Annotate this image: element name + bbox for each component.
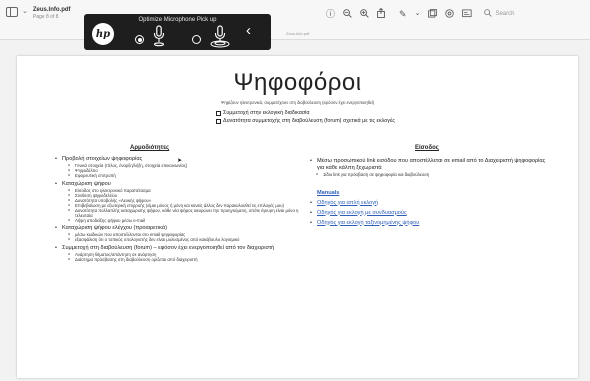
right-column-heading: Είσοδος (415, 145, 439, 151)
partially-hidden-title: Zeus.Info.pdf (286, 31, 310, 36)
sub-list-item: Δυνατότητα πολλαπλής καταχώρισης ψήφου, … (62, 208, 311, 218)
share-icon[interactable] (377, 7, 385, 20)
mic-mode-radio-single[interactable] (135, 35, 144, 44)
sidebar-toggle-icon[interactable] (6, 7, 18, 17)
page-title: Ψηφοφόροι (233, 69, 362, 96)
chevron-down-icon[interactable]: ⌄ (415, 9, 421, 19)
list-item-text: Προβολή στοιχείων ψηφοφορίας (62, 156, 143, 162)
chevron-down-icon[interactable]: ⌄ (22, 7, 28, 17)
list-item: Συμμετοχή στη διαβούλευση (forum) – εφόσ… (55, 245, 311, 262)
checkbox-icon (216, 111, 221, 117)
markup-icon[interactable]: ✎ (399, 9, 407, 19)
search-field[interactable]: Search (484, 9, 514, 19)
search-icon (484, 9, 493, 19)
hp-logo: hp (92, 23, 114, 45)
sub-list-item: Λήψη αποδείξης ψήφου μέσω e-mail (62, 218, 311, 223)
manuals-heading[interactable]: Manuals (317, 190, 550, 196)
sub-list-item: Διάστημα πρόσβασης στη διαβούλευση ορίζε… (62, 257, 311, 262)
left-column: Προβολή στοιχείων ψηφοφορίας Γενικά στοι… (55, 156, 311, 264)
option-item: Δυνατότητα συμμετοχής στη διαβούλευση (f… (216, 118, 395, 126)
option-text: Δυνατότητα συμμετοχής στη διαβούλευση (f… (223, 117, 395, 124)
option-item: Συμμετοχή στην εκλογική διαδικασία (216, 110, 395, 118)
list-item: Προβολή στοιχείων ψηφοφορίας Γενικά στοι… (55, 156, 311, 178)
list-item-text: Καταχώριση ψήφου ελέγχου (προαιρετικά) (62, 225, 167, 232)
back-arrow-icon[interactable]: ‹ (246, 22, 251, 40)
window-icon[interactable] (428, 8, 438, 20)
right-column: Μέσω προσωπικού link εισόδου που αποστέλ… (310, 158, 550, 230)
microphone-single-icon (153, 25, 165, 47)
left-column-heading: Αρμοδιότητες (130, 145, 170, 151)
checkbox-icon (216, 118, 221, 124)
manual-links: Οδηγός για απλή εκλογή Οδηγός για εκλογή… (310, 200, 550, 227)
toolbar-right: ⓘ ✎ ⌄ Search (326, 7, 514, 20)
form-icon[interactable] (462, 8, 472, 20)
zoom-in-icon[interactable] (360, 8, 369, 20)
list-item-text: Συμμετοχή στη διαβούλευση (forum) – εφόσ… (62, 244, 275, 251)
sub-list-item: 1ίδιο link για πρόσβαση σε ψηφοφορία και… (310, 172, 550, 178)
microphone-multi-icon (210, 25, 230, 48)
hp-microphone-overlay: Optimize Microphone Pick up hp ‹ (84, 14, 271, 50)
list-item-text: Καταχώριση ψήφου (62, 180, 111, 187)
sub-list-item: εξασφάλιση ότι ο τοπικός υπολογιστής δεν… (62, 237, 311, 242)
mouse-cursor-icon: ➤ (177, 158, 183, 164)
toolbar-left: ⌄ Zeus.Info.pdf Page 8 of 8 (6, 7, 71, 20)
zoom-out-icon[interactable] (343, 8, 352, 20)
manual-link[interactable]: Οδηγός για εκλογή ταξινομημένης ψήφου (310, 220, 550, 227)
manual-link[interactable]: Οδηγός για εκλογή με συνδυασμούς (310, 210, 550, 217)
options-list: Συμμετοχή στην εκλογική διαδικασία Δυνατ… (216, 110, 395, 125)
option-text: Συμμετοχή στην εκλογική διαδικασία (223, 110, 310, 116)
sub-list-item: Εφορευτική επιτροπή (62, 173, 311, 178)
list-item: Καταχώριση ψήφου Είσοδος στο ηλεκτρονικό… (55, 181, 311, 223)
overlay-title: Optimize Microphone Pick up (138, 17, 217, 23)
list-item: Μέσω προσωπικού link εισόδου που αποστέλ… (310, 158, 550, 172)
search-placeholder: Search (495, 11, 515, 17)
annotate-icon[interactable] (445, 8, 455, 20)
manual-link[interactable]: Οδηγός για απλή εκλογή (310, 200, 550, 207)
document-info: Zeus.Info.pdf Page 8 of 8 (33, 7, 71, 20)
info-icon[interactable]: ⓘ (326, 9, 335, 19)
document-title: Zeus.Info.pdf (32, 7, 71, 13)
pdf-page: Ψηφοφόροι Ψηφίζουν ηλεκτρονικά, συμμετέχ… (17, 56, 578, 378)
list-item: Καταχώριση ψήφου ελέγχου (προαιρετικά) μ… (55, 225, 311, 242)
mic-mode-radio-multi[interactable] (192, 35, 201, 44)
page-indicator: Page 8 of 8 (32, 14, 59, 20)
page-subtitle: Ψηφίζουν ηλεκτρονικά, συμμετέχουν στη δι… (220, 100, 375, 105)
